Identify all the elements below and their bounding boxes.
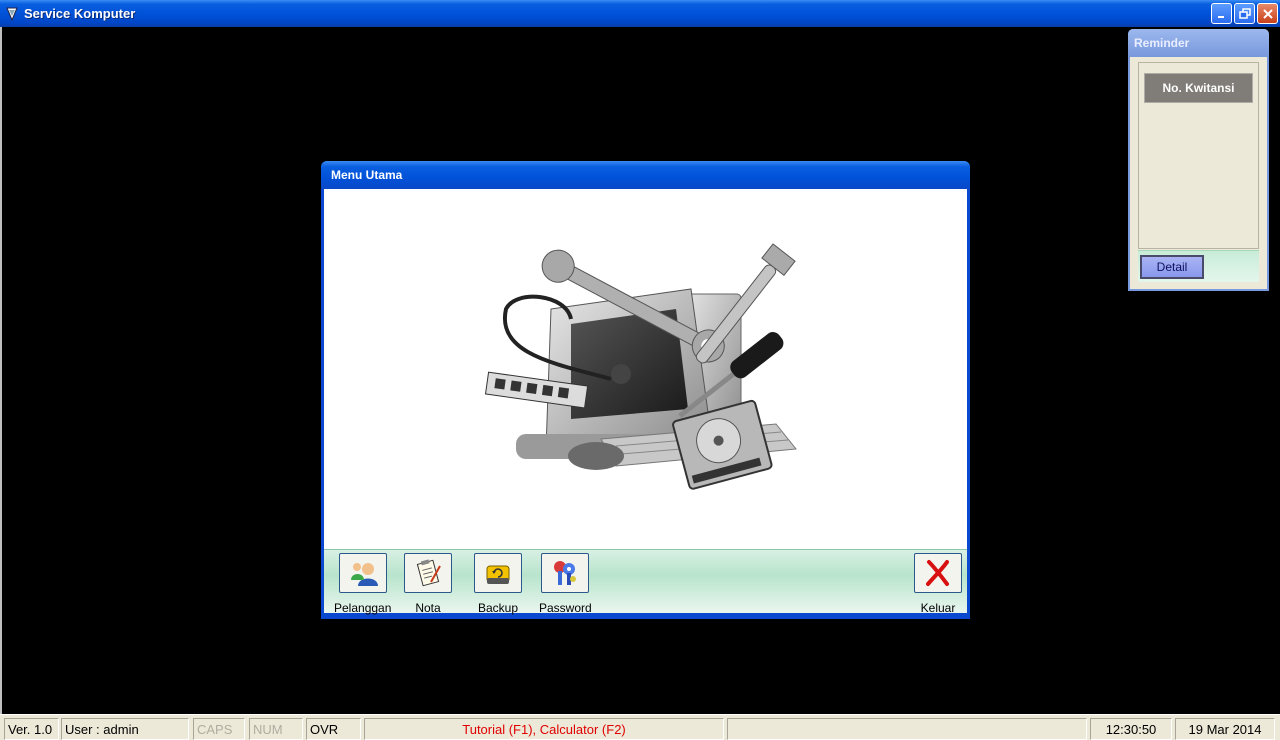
backup-icon [486, 565, 510, 584]
password-keys-icon [554, 561, 577, 585]
password-tool[interactable]: Password [539, 553, 592, 615]
app-title: Service Komputer [24, 6, 136, 21]
nota-tool[interactable]: Nota [404, 553, 452, 615]
note-icon [416, 559, 441, 587]
date-panel: 19 Mar 2014 [1175, 718, 1275, 740]
keluar-label: Keluar [920, 601, 956, 615]
password-button[interactable] [541, 553, 590, 593]
reminder-window: Reminder No. Kwitansi Detail [1128, 29, 1269, 291]
detail-button[interactable]: Detail [1140, 255, 1204, 279]
caps-indicator: CAPS [193, 718, 245, 740]
keluar-tool[interactable]: Keluar [914, 553, 962, 615]
password-label: Password [539, 601, 592, 615]
pelanggan-tool[interactable]: Pelanggan [334, 553, 391, 615]
backup-label: Backup [477, 601, 519, 615]
restore-button[interactable] [1234, 3, 1255, 24]
keluar-button[interactable] [914, 553, 962, 593]
menu-toolbar: Pelanggan Nota Backup Password Keluar [324, 549, 967, 615]
computer-repair-illustration [484, 243, 797, 490]
minimize-icon [1217, 15, 1224, 18]
menu-utama-body [324, 189, 967, 549]
pelanggan-button[interactable] [338, 553, 387, 593]
minimize-button[interactable] [1211, 3, 1232, 24]
empty-panel [727, 718, 1087, 740]
nota-label: Nota [415, 601, 441, 615]
time-panel: 12:30:50 [1090, 718, 1172, 740]
close-icon [1262, 8, 1273, 19]
backup-tool[interactable]: Backup [474, 553, 522, 615]
ovr-indicator: OVR [306, 718, 361, 740]
menu-utama-titlebar[interactable]: Menu Utama [321, 161, 970, 189]
menu-utama-window: Menu Utama Pelanggan Nota Backup Passwor… [321, 161, 970, 619]
reminder-footer: Detail [1138, 250, 1259, 282]
user-panel: User : admin [61, 718, 189, 740]
shortcut-hint: Tutorial (F1), Calculator (F2) [364, 718, 724, 740]
statusbar: Ver. 1.0 User : admin CAPS NUM OVR Tutor… [0, 714, 1280, 740]
nota-button[interactable] [404, 553, 452, 593]
version-panel: Ver. 1.0 [4, 718, 59, 740]
close-button[interactable] [1257, 3, 1278, 24]
reminder-titlebar[interactable]: Reminder [1128, 29, 1269, 57]
app-icon[interactable] [4, 6, 20, 22]
exit-icon [926, 560, 949, 586]
customer-icon [350, 563, 378, 586]
restore-icon [1238, 7, 1251, 19]
pelanggan-label: Pelanggan [334, 601, 392, 615]
backup-button[interactable] [474, 553, 522, 593]
window-controls [1211, 3, 1278, 24]
kwitansi-column-header[interactable]: No. Kwitansi [1144, 73, 1253, 103]
num-indicator: NUM [249, 718, 303, 740]
reminder-title: Reminder [1134, 36, 1190, 50]
reminder-grid[interactable]: No. Kwitansi [1138, 62, 1259, 249]
reminder-body: No. Kwitansi Detail [1130, 57, 1267, 289]
menu-utama-title: Menu Utama [331, 168, 403, 182]
app-titlebar: Service Komputer [0, 0, 1280, 27]
